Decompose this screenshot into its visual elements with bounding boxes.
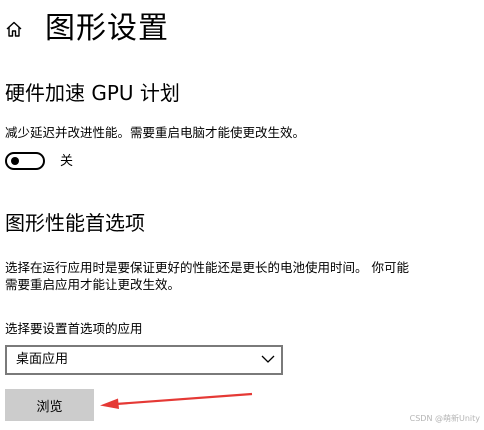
graphics-preference-description-line2: 需要重启应用才能让更改生效。 bbox=[5, 277, 181, 292]
graphics-preference-description-line1: 选择在运行应用时是要保证更好的性能还是更长的电池使用时间。 你可能 bbox=[5, 260, 409, 275]
toggle-state-label: 关 bbox=[60, 154, 74, 169]
chevron-down-icon bbox=[261, 355, 275, 363]
red-arrow-annotation bbox=[100, 392, 253, 409]
graphics-settings-page: 图形设置 硬件加速 GPU 计划 减少延迟并改进性能。需要重启电脑才能使更改生效… bbox=[0, 0, 484, 430]
app-type-dropdown[interactable]: 桌面应用 bbox=[5, 345, 283, 375]
page-title: 图形设置 bbox=[45, 11, 169, 46]
browse-button[interactable]: 浏览 bbox=[5, 389, 94, 421]
graphics-preference-heading: 图形性能首选项 bbox=[5, 211, 145, 235]
home-icon[interactable] bbox=[5, 20, 23, 38]
dropdown-selected-value: 桌面应用 bbox=[16, 352, 69, 367]
gpu-scheduling-description: 减少延迟并改进性能。需要重启电脑才能使更改生效。 bbox=[5, 125, 306, 140]
watermark: CSDN @萌新Unity bbox=[409, 414, 480, 423]
app-select-label: 选择要设置首选项的应用 bbox=[5, 321, 143, 336]
gpu-scheduling-toggle[interactable] bbox=[5, 152, 45, 170]
toggle-knob bbox=[11, 157, 19, 165]
gpu-scheduling-heading: 硬件加速 GPU 计划 bbox=[5, 81, 180, 105]
